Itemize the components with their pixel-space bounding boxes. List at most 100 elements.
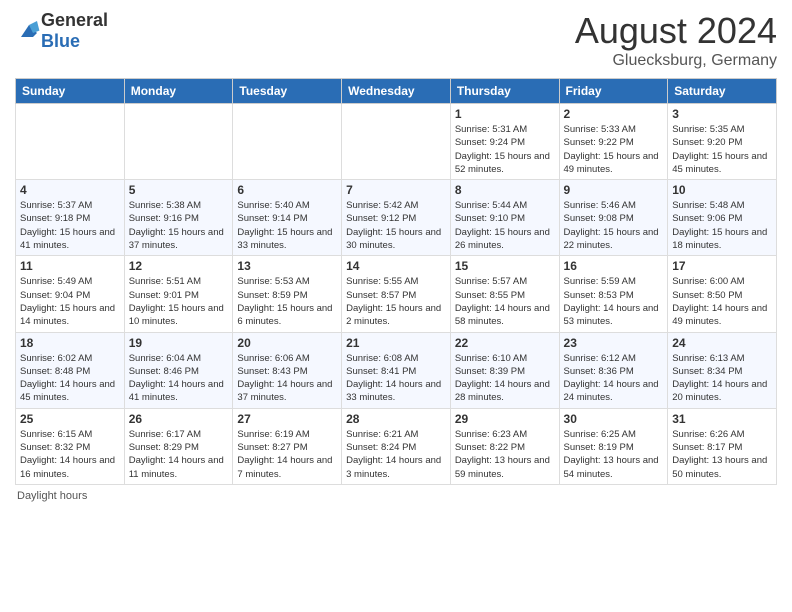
day-number: 6 <box>237 183 337 197</box>
table-row: 14Sunrise: 5:55 AMSunset: 8:57 PMDayligh… <box>342 256 451 332</box>
day-info: Sunrise: 5:46 AMSunset: 9:08 PMDaylight:… <box>564 199 664 252</box>
table-row: 21 Sunrise: 6:08 AMSunset: 8:41 PMDayligh… <box>342 332 451 408</box>
table-row: 3Sunrise: 5:35 AMSunset: 9:20 PMDaylight… <box>668 104 777 180</box>
day-info: Sunrise: 5:35 AMSunset: 9:20 PMDaylight:… <box>672 123 772 176</box>
calendar-header-row: Sunday Monday Tuesday Wednesday Thursday… <box>16 79 777 104</box>
location-subtitle: Gluecksburg, Germany <box>575 52 777 70</box>
day-info: Sunrise: 6:21 AMSunset: 8:24 PMDaylight:… <box>346 428 446 481</box>
day-info: Sunrise: 6:02 AMSunset: 8:48 PMDaylight:… <box>20 352 120 405</box>
day-number: 1 <box>455 107 555 121</box>
day-number: 27 <box>237 412 337 426</box>
month-year-title: August 2024 <box>575 10 777 52</box>
day-info: Sunrise: 6:08 AMSunset: 8:41 PMDaylight:… <box>346 352 446 405</box>
table-row: 25 Sunrise: 6:15 AMSunset: 8:32 PMDayligh… <box>16 408 125 484</box>
calendar-week-2: 4Sunrise: 5:37 AMSunset: 9:18 PMDaylight… <box>16 180 777 256</box>
col-thursday: Thursday <box>450 79 559 104</box>
day-number: 16 <box>564 259 664 273</box>
table-row: 5 Sunrise: 5:38 AMSunset: 9:16 PMDaylight… <box>124 180 233 256</box>
table-row: 8 Sunrise: 5:44 AMSunset: 9:10 PMDaylight… <box>450 180 559 256</box>
logo-icon <box>17 21 41 41</box>
day-number: 31 <box>672 412 772 426</box>
col-saturday: Saturday <box>668 79 777 104</box>
table-row: 23 Sunrise: 6:12 AMSunset: 8:36 PMDayligh… <box>559 332 668 408</box>
day-info: Sunrise: 6:10 AMSunset: 8:39 PMDaylight:… <box>455 352 555 405</box>
table-row: 15Sunrise: 5:57 AMSunset: 8:55 PMDayligh… <box>450 256 559 332</box>
table-row: 19Sunrise: 6:04 AMSunset: 8:46 PMDayligh… <box>124 332 233 408</box>
table-row: 20Sunrise: 6:06 AMSunset: 8:43 PMDayligh… <box>233 332 342 408</box>
table-row <box>342 104 451 180</box>
logo: General Blue <box>15 10 108 52</box>
table-row: 9Sunrise: 5:46 AMSunset: 9:08 PMDaylight… <box>559 180 668 256</box>
table-row: 12Sunrise: 5:51 AMSunset: 9:01 PMDayligh… <box>124 256 233 332</box>
col-wednesday: Wednesday <box>342 79 451 104</box>
day-number: 29 <box>455 412 555 426</box>
day-info: Sunrise: 6:23 AMSunset: 8:22 PMDaylight:… <box>455 428 555 481</box>
day-info: Sunrise: 5:59 AMSunset: 8:53 PMDaylight:… <box>564 275 664 328</box>
day-number: 2 <box>564 107 664 121</box>
table-row: 27 Sunrise: 6:19 AMSunset: 8:27 PMDayligh… <box>233 408 342 484</box>
day-info: Sunrise: 6:26 AMSunset: 8:17 PMDaylight:… <box>672 428 772 481</box>
table-row: 11 Sunrise: 5:49 AMSunset: 9:04 PMDayligh… <box>16 256 125 332</box>
calendar-week-4: 18 Sunrise: 6:02 AMSunset: 8:48 PMDayligh… <box>16 332 777 408</box>
footer-text: Daylight hours <box>17 490 87 502</box>
table-row: 7Sunrise: 5:42 AMSunset: 9:12 PMDaylight… <box>342 180 451 256</box>
table-row: 4Sunrise: 5:37 AMSunset: 9:18 PMDaylight… <box>16 180 125 256</box>
day-number: 30 <box>564 412 664 426</box>
day-info: Sunrise: 6:13 AMSunset: 8:34 PMDaylight:… <box>672 352 772 405</box>
day-number: 28 <box>346 412 446 426</box>
day-number: 17 <box>672 259 772 273</box>
table-row <box>233 104 342 180</box>
day-info: Sunrise: 5:40 AMSunset: 9:14 PMDaylight:… <box>237 199 337 252</box>
table-row: 28 Sunrise: 6:21 AMSunset: 8:24 PMDayligh… <box>342 408 451 484</box>
day-info: Sunrise: 6:17 AMSunset: 8:29 PMDaylight:… <box>129 428 229 481</box>
day-info: Sunrise: 6:12 AMSunset: 8:36 PMDaylight:… <box>564 352 664 405</box>
col-friday: Friday <box>559 79 668 104</box>
day-info: Sunrise: 5:55 AMSunset: 8:57 PMDaylight:… <box>346 275 446 328</box>
logo-text: General Blue <box>41 10 108 52</box>
day-number: 24 <box>672 336 772 350</box>
day-info: Sunrise: 6:19 AMSunset: 8:27 PMDaylight:… <box>237 428 337 481</box>
day-number: 18 <box>20 336 120 350</box>
day-number: 25 <box>20 412 120 426</box>
day-number: 13 <box>237 259 337 273</box>
day-info: Sunrise: 5:33 AMSunset: 9:22 PMDaylight:… <box>564 123 664 176</box>
day-number: 11 <box>20 259 120 273</box>
day-info: Sunrise: 5:44 AMSunset: 9:10 PMDaylight:… <box>455 199 555 252</box>
footer: Daylight hours <box>15 490 777 502</box>
day-number: 15 <box>455 259 555 273</box>
day-info: Sunrise: 6:15 AMSunset: 8:32 PMDaylight:… <box>20 428 120 481</box>
day-number: 26 <box>129 412 229 426</box>
table-row: 18 Sunrise: 6:02 AMSunset: 8:48 PMDayligh… <box>16 332 125 408</box>
day-info: Sunrise: 5:49 AMSunset: 9:04 PMDaylight:… <box>20 275 120 328</box>
day-info: Sunrise: 5:31 AMSunset: 9:24 PMDaylight:… <box>455 123 555 176</box>
day-number: 23 <box>564 336 664 350</box>
day-number: 21 <box>346 336 446 350</box>
day-info: Sunrise: 5:53 AMSunset: 8:59 PMDaylight:… <box>237 275 337 328</box>
day-number: 20 <box>237 336 337 350</box>
day-number: 10 <box>672 183 772 197</box>
day-info: Sunrise: 5:48 AMSunset: 9:06 PMDaylight:… <box>672 199 772 252</box>
day-info: Sunrise: 5:38 AMSunset: 9:16 PMDaylight:… <box>129 199 229 252</box>
table-row: 13 Sunrise: 5:53 AMSunset: 8:59 PMDayligh… <box>233 256 342 332</box>
calendar-table: Sunday Monday Tuesday Wednesday Thursday… <box>15 78 777 485</box>
table-row: 10 Sunrise: 5:48 AMSunset: 9:06 PMDayligh… <box>668 180 777 256</box>
day-info: Sunrise: 5:51 AMSunset: 9:01 PMDaylight:… <box>129 275 229 328</box>
day-number: 5 <box>129 183 229 197</box>
day-number: 19 <box>129 336 229 350</box>
table-row: 24 Sunrise: 6:13 AMSunset: 8:34 PMDayligh… <box>668 332 777 408</box>
table-row: 17 Sunrise: 6:00 AMSunset: 8:50 PMDayligh… <box>668 256 777 332</box>
day-number: 7 <box>346 183 446 197</box>
col-sunday: Sunday <box>16 79 125 104</box>
day-number: 22 <box>455 336 555 350</box>
table-row: 30Sunrise: 6:25 AMSunset: 8:19 PMDayligh… <box>559 408 668 484</box>
page: General Blue August 2024 Gluecksburg, Ge… <box>0 0 792 612</box>
calendar-week-5: 25 Sunrise: 6:15 AMSunset: 8:32 PMDayligh… <box>16 408 777 484</box>
day-number: 8 <box>455 183 555 197</box>
logo-blue: Blue <box>41 31 108 52</box>
table-row: 16 Sunrise: 5:59 AMSunset: 8:53 PMDayligh… <box>559 256 668 332</box>
table-row: 26 Sunrise: 6:17 AMSunset: 8:29 PMDayligh… <box>124 408 233 484</box>
calendar-week-3: 11 Sunrise: 5:49 AMSunset: 9:04 PMDayligh… <box>16 256 777 332</box>
calendar-week-1: 1 Sunrise: 5:31 AMSunset: 9:24 PMDaylight… <box>16 104 777 180</box>
day-info: Sunrise: 6:00 AMSunset: 8:50 PMDaylight:… <box>672 275 772 328</box>
table-row: 6 Sunrise: 5:40 AMSunset: 9:14 PMDaylight… <box>233 180 342 256</box>
